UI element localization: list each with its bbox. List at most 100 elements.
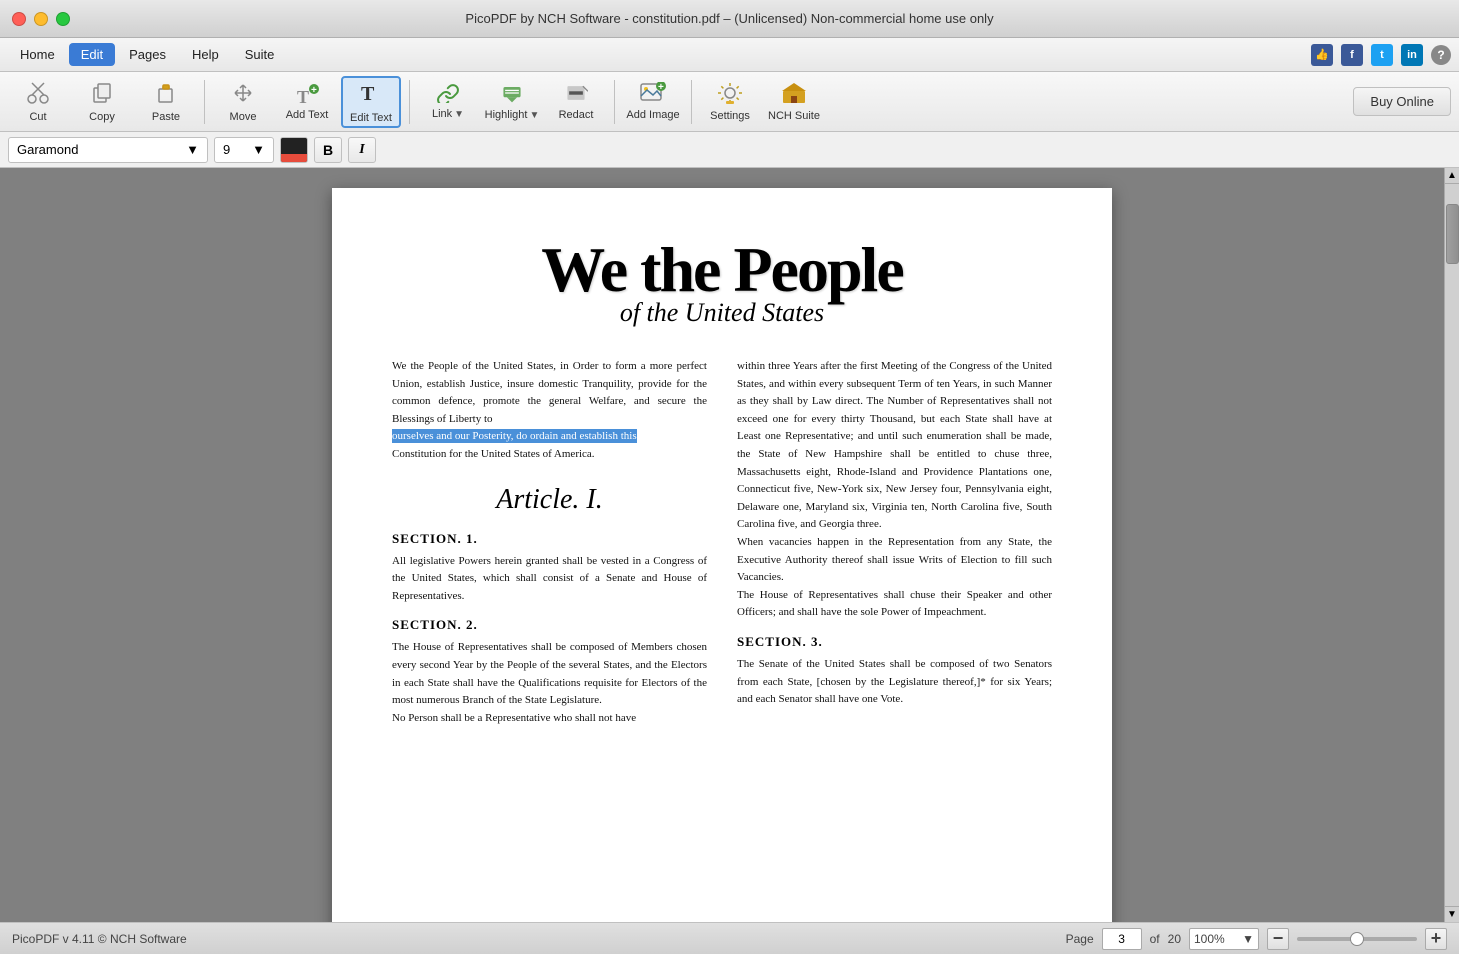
highlight-arrow[interactable]: ▼ (529, 110, 539, 121)
color-preview-bottom (281, 154, 307, 162)
cut-label: Cut (29, 111, 46, 123)
zoom-select[interactable]: 100% ▼ (1189, 928, 1259, 950)
separator-2 (409, 80, 410, 124)
total-pages: 20 (1168, 932, 1181, 946)
edit-text-button[interactable]: T Edit Text (341, 76, 401, 128)
format-bar: Garamond ▼ 9 ▼ B I (0, 132, 1459, 168)
menu-right-icons: 👍 f t in ? (1311, 44, 1451, 66)
pdf-right-column: within three Years after the first Meeti… (737, 358, 1052, 727)
copy-label: Copy (89, 111, 115, 123)
menu-home[interactable]: Home (8, 43, 67, 66)
add-text-label: Add Text (286, 109, 329, 121)
settings-label: Settings (710, 110, 750, 122)
header-united-states: of the United States (620, 298, 824, 327)
link-arrow[interactable]: ▼ (454, 109, 464, 120)
redact-button[interactable]: Redact (546, 76, 606, 128)
page-label: Page (1066, 932, 1094, 946)
move-label: Move (230, 111, 257, 123)
pdf-page: We the People of the United States We th… (332, 188, 1112, 922)
link-button[interactable]: Link ▼ (418, 76, 478, 128)
add-text-button[interactable]: T + Add Text (277, 76, 337, 128)
version-text: PicoPDF v 4.11 © NCH Software (12, 932, 187, 946)
add-text-icon: T + (295, 83, 319, 107)
right-col-p1: within three Years after the first Meeti… (737, 358, 1052, 534)
menu-bar: Home Edit Pages Help Suite 👍 f t in ? (0, 38, 1459, 72)
preamble-end: Constitution for the United States of Am… (392, 448, 595, 460)
add-image-label: Add Image (626, 109, 679, 121)
preamble-text: We the People of the United States, in O… (392, 358, 707, 464)
section-1-title: SECTION. 1. (392, 531, 707, 547)
svg-text:T: T (297, 87, 309, 107)
cut-icon (26, 81, 50, 109)
link-label: Link (432, 108, 452, 120)
title-bar: PicoPDF by NCH Software - constitution.p… (0, 0, 1459, 38)
settings-button[interactable]: Settings (700, 76, 760, 128)
zoom-arrow: ▼ (1242, 932, 1254, 946)
paste-icon (154, 81, 178, 109)
zoom-out-button[interactable]: − (1267, 928, 1289, 950)
twitter-icon[interactable]: t (1371, 44, 1393, 66)
redact-label: Redact (559, 109, 594, 121)
article-title-text: Article. I. (496, 484, 603, 515)
bold-button[interactable]: B (314, 137, 342, 163)
font-size-arrow: ▼ (252, 142, 265, 157)
font-size-value: 9 (223, 142, 230, 157)
scroll-track[interactable] (1445, 184, 1459, 906)
nch-suite-label: NCH Suite (768, 110, 820, 122)
redact-icon (564, 82, 588, 107)
zoom-slider[interactable] (1297, 937, 1417, 941)
menu-edit[interactable]: Edit (69, 43, 115, 66)
menu-pages[interactable]: Pages (117, 43, 178, 66)
window-controls (12, 12, 70, 26)
article-title: Article. I. (392, 484, 707, 516)
move-button[interactable]: Move (213, 76, 273, 128)
add-image-icon: + (639, 82, 667, 107)
document-header: We the People of the United States (392, 238, 1052, 328)
paste-button[interactable]: Paste (136, 76, 196, 128)
section-2-text-2: No Person shall be a Representative who … (392, 710, 707, 728)
window-title: PicoPDF by NCH Software - constitution.p… (465, 11, 993, 26)
section-2-text: The House of Representatives shall be co… (392, 639, 707, 709)
menu-suite[interactable]: Suite (233, 43, 287, 66)
text-color-picker[interactable] (280, 137, 308, 163)
close-button[interactable] (12, 12, 26, 26)
zoom-thumb[interactable] (1350, 932, 1364, 946)
color-preview-top (281, 138, 307, 154)
copy-icon (90, 81, 114, 109)
cut-button[interactable]: Cut (8, 76, 68, 128)
highlighted-preamble: ourselves and our Posterity, do ordain a… (392, 429, 637, 443)
copy-button[interactable]: Copy (72, 76, 132, 128)
edit-text-label: Edit Text (350, 112, 392, 124)
font-family-value: Garamond (17, 142, 78, 157)
svg-text:+: + (658, 82, 664, 93)
scroll-thumb[interactable] (1446, 204, 1459, 264)
svg-text:+: + (311, 85, 317, 96)
font-size-select[interactable]: 9 ▼ (214, 137, 274, 163)
facebook-icon[interactable]: f (1341, 44, 1363, 66)
italic-button[interactable]: I (348, 137, 376, 163)
maximize-button[interactable] (56, 12, 70, 26)
nch-suite-button[interactable]: NCH Suite (764, 76, 824, 128)
scroll-up-arrow[interactable]: ▲ (1445, 168, 1459, 184)
of-label: of (1150, 932, 1160, 946)
highlight-button[interactable]: Highlight ▼ (482, 76, 542, 128)
scroll-down-arrow[interactable]: ▼ (1445, 906, 1459, 922)
zoom-value: 100% (1194, 932, 1225, 946)
section-3-title: SECTION. 3. (737, 634, 1052, 650)
help-icon[interactable]: ? (1431, 45, 1451, 65)
zoom-in-button[interactable]: + (1425, 928, 1447, 950)
buy-online-button[interactable]: Buy Online (1353, 87, 1451, 116)
scrollbar: ▲ ▼ (1444, 168, 1459, 922)
move-icon (231, 81, 255, 109)
font-family-select[interactable]: Garamond ▼ (8, 137, 208, 163)
linkedin-icon[interactable]: in (1401, 44, 1423, 66)
status-right: Page of 20 100% ▼ − + (1066, 928, 1447, 950)
page-container[interactable]: We the People of the United States We th… (0, 168, 1444, 922)
add-image-button[interactable]: + Add Image (623, 76, 683, 128)
menu-help[interactable]: Help (180, 43, 231, 66)
minimize-button[interactable] (34, 12, 48, 26)
right-col-p2: When vacancies happen in the Representat… (737, 534, 1052, 587)
like-icon[interactable]: 👍 (1311, 44, 1333, 66)
page-number-input[interactable] (1102, 928, 1142, 950)
preamble-intro: We the People of the United States, in O… (392, 360, 707, 425)
